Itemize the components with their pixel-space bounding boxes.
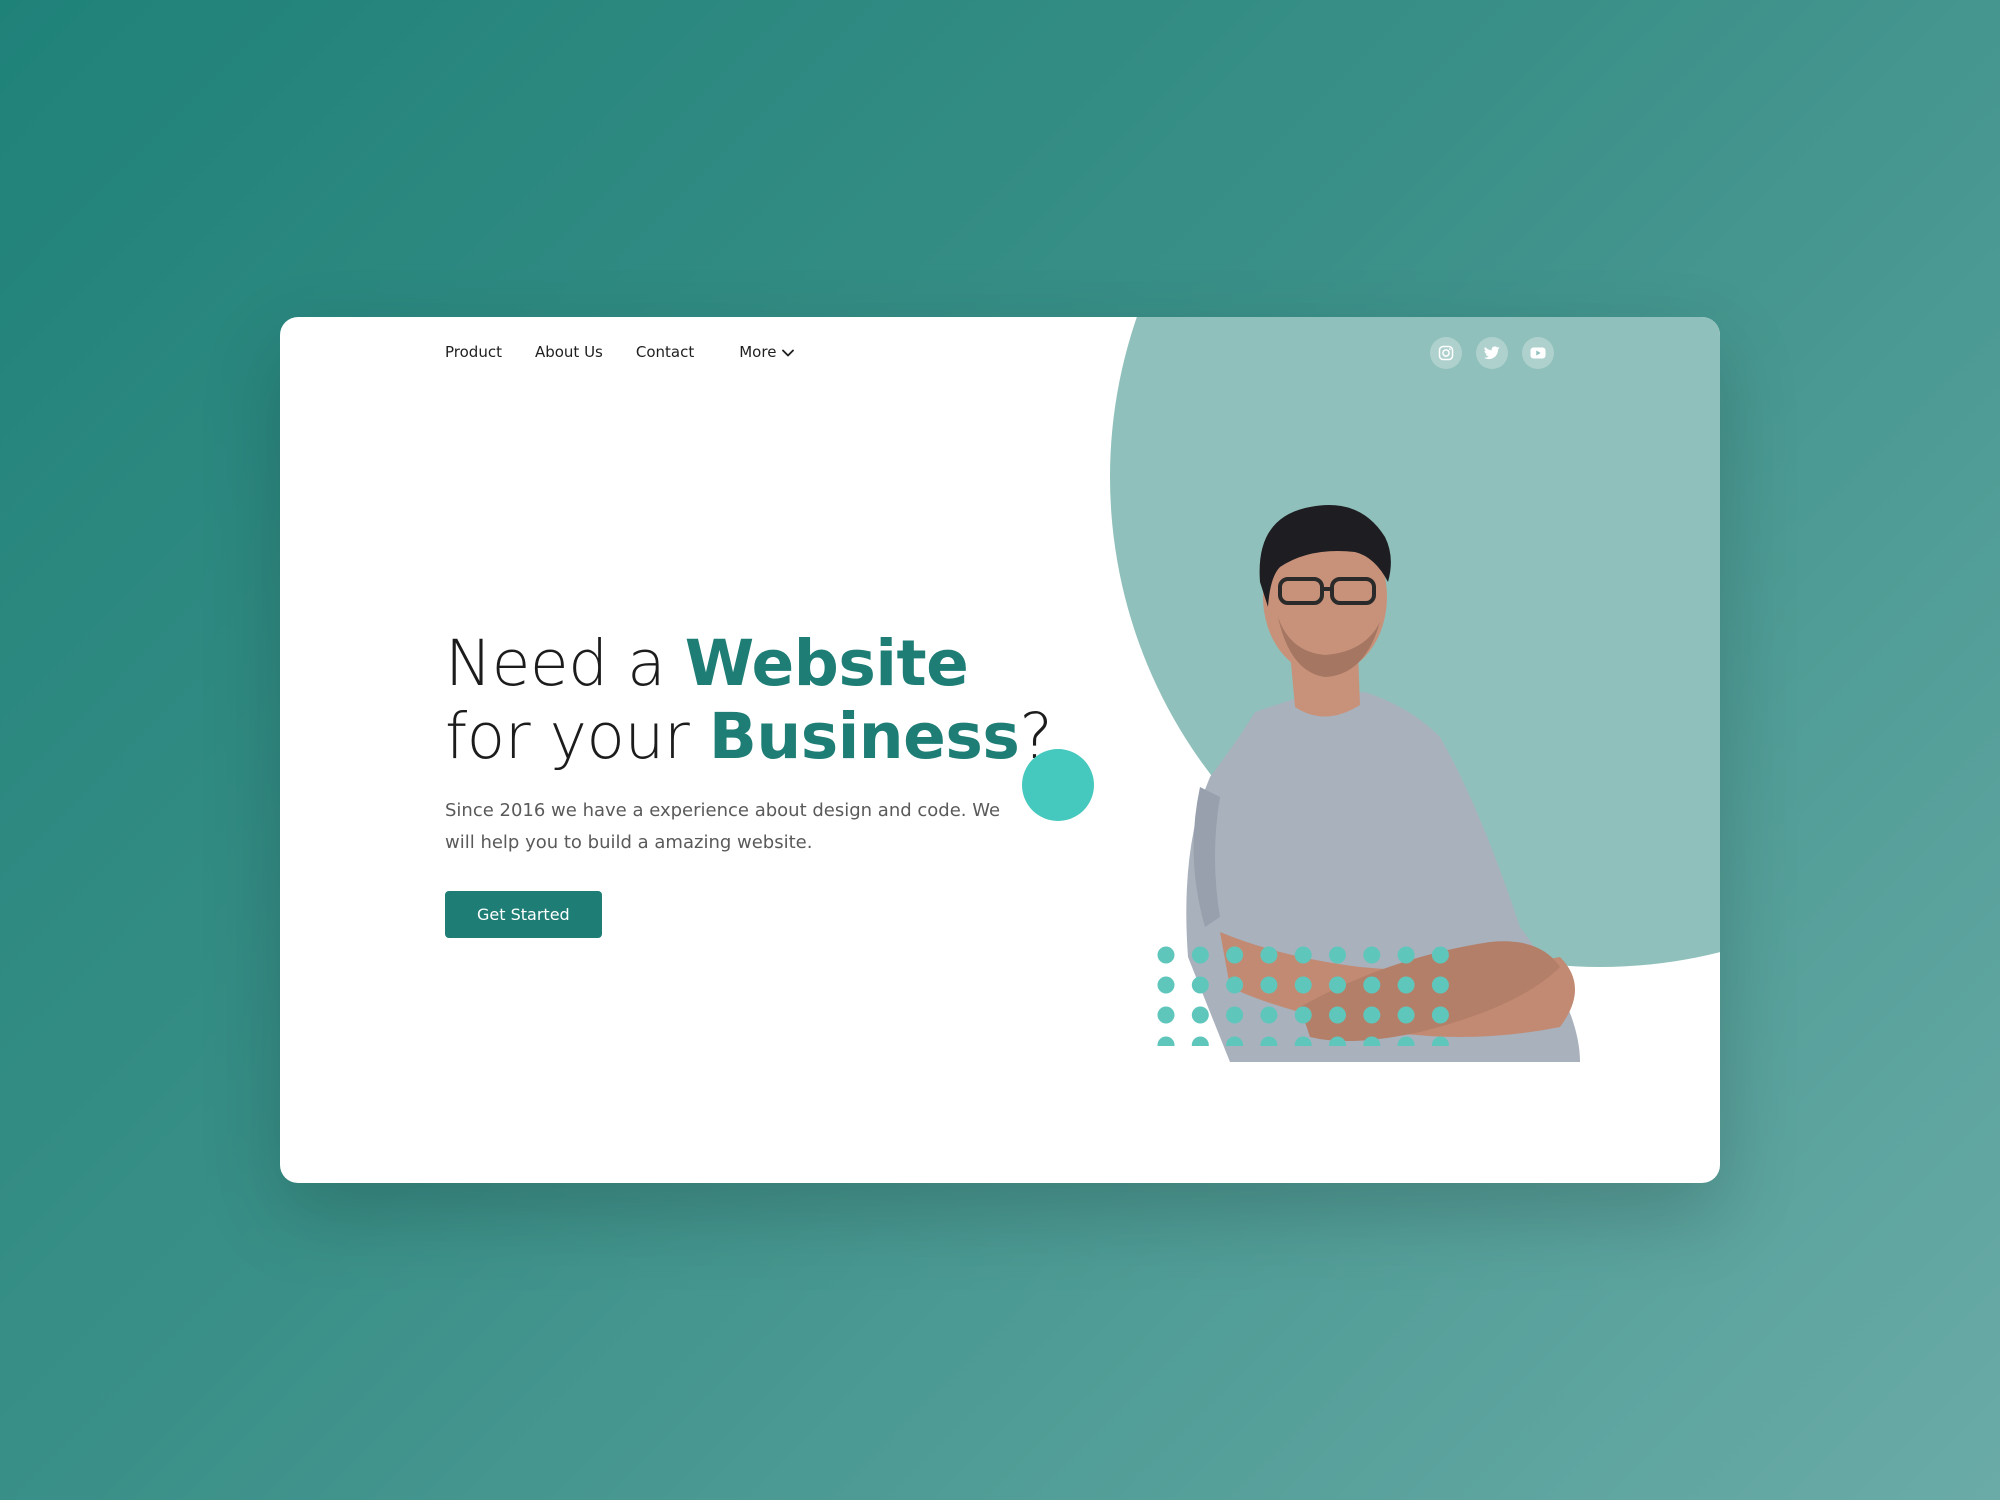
pattern-dot [1431,946,1449,964]
nav-more-label: More [739,343,777,361]
pattern-dot [1191,1006,1209,1024]
hero-content: Need a Website for your Business? Since … [445,627,1065,938]
pattern-dot [1397,946,1415,964]
hero-title-part2: for your [445,700,709,773]
pattern-dot [1363,976,1381,994]
pattern-dot [1191,976,1209,994]
pattern-dot [1260,1036,1278,1046]
landing-card: Product About Us Contact More Need a Web… [280,317,1720,1183]
pattern-dot [1397,1006,1415,1024]
get-started-button[interactable]: Get Started [445,891,602,938]
nav-item-contact[interactable]: Contact [636,343,694,361]
hero-title-highlight-business: Business [708,700,1020,773]
pattern-dot [1260,946,1278,964]
pattern-dot [1294,976,1312,994]
pattern-dot [1431,1036,1449,1046]
pattern-dot [1157,976,1175,994]
nav-item-about-us[interactable]: About Us [535,343,603,361]
twitter-icon[interactable] [1476,337,1508,369]
instagram-icon[interactable] [1430,337,1462,369]
pattern-dot [1431,1006,1449,1024]
pattern-dot [1431,976,1449,994]
pattern-dot [1329,1006,1346,1024]
pattern-dot [1329,946,1346,964]
pattern-dot [1294,946,1312,964]
pattern-dot [1157,1036,1175,1046]
hero-title-highlight-website: Website [684,627,969,700]
pattern-dot [1226,976,1244,994]
dot-pattern [1157,946,1449,1046]
main-nav: Product About Us Contact More [445,343,827,361]
accent-circle [1022,749,1094,821]
pattern-dot [1294,1006,1312,1024]
pattern-dot [1226,1006,1244,1024]
pattern-dot [1157,1006,1175,1024]
pattern-dot [1226,946,1244,964]
pattern-dot [1157,946,1175,964]
pattern-dot [1191,1036,1209,1046]
nav-item-product[interactable]: Product [445,343,502,361]
social-links [1430,337,1568,369]
hero-subtitle: Since 2016 we have a experience about de… [445,800,1001,853]
pattern-dot [1363,1006,1381,1024]
pattern-dot [1260,976,1278,994]
pattern-dot [1397,1036,1415,1046]
pattern-dot [1397,976,1415,994]
pattern-dot [1226,1036,1244,1046]
nav-item-more[interactable]: More [739,343,795,361]
pattern-dot [1329,1036,1346,1046]
pattern-dot [1363,1036,1381,1046]
pattern-dot [1260,1006,1278,1024]
pattern-dot [1363,946,1381,964]
hero-title-part1: Need a [445,627,685,700]
pattern-dot [1294,1036,1312,1046]
pattern-dot [1191,946,1209,964]
hero-title: Need a Website for your Business? [445,627,1065,773]
pattern-dot [1329,976,1346,994]
youtube-icon[interactable] [1522,337,1554,369]
chevron-down-icon [782,343,795,361]
